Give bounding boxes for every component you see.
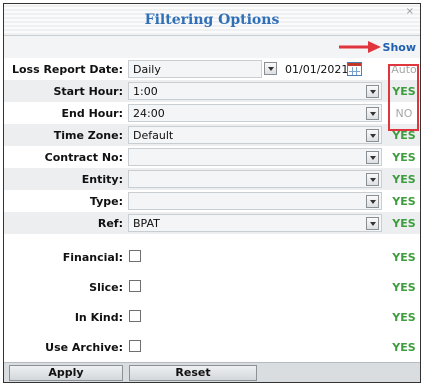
type-status: YES (392, 195, 416, 208)
show-link[interactable]: Show (383, 41, 416, 54)
entity-label: Entity: (81, 173, 123, 186)
row-use-archive: Use Archive: YES (4, 336, 420, 358)
close-icon[interactable]: × (406, 6, 414, 17)
time-zone-label: Time Zone: (53, 129, 123, 142)
dialog-title: Filtering Options (144, 12, 280, 28)
contract-no-label: Contract No: (44, 151, 123, 164)
start-hour-value: 1:00 (133, 85, 158, 98)
entity-select[interactable] (128, 170, 382, 188)
filtering-options-dialog: Filtering Options × Show Loss Report Dat… (3, 3, 421, 383)
use-archive-label: Use Archive: (45, 341, 123, 354)
start-hour-label: Start Hour: (53, 85, 123, 98)
ref-label: Ref: (97, 217, 123, 230)
dialog-footer: Apply Reset (4, 362, 420, 382)
loss-report-date-label: Loss Report Date: (11, 63, 123, 76)
time-zone-select[interactable]: Default (128, 126, 382, 144)
reset-button[interactable]: Reset (129, 365, 257, 381)
row-ref: Ref: BPAT YES (4, 212, 420, 234)
time-zone-value: Default (133, 129, 174, 142)
loss-report-date-value: Daily (133, 63, 161, 76)
row-start-hour: Start Hour: 1:00 YES (4, 80, 420, 102)
start-hour-select[interactable]: 1:00 (128, 82, 382, 100)
show-row: Show (4, 36, 420, 58)
ref-value: BPAT (133, 217, 160, 230)
financial-label: Financial: (62, 251, 123, 264)
slice-checkbox[interactable] (129, 280, 141, 292)
row-type: Type: YES (4, 190, 420, 212)
dialog-titlebar: Filtering Options × (4, 4, 420, 36)
contract-no-status: YES (392, 151, 416, 164)
slice-status: YES (392, 281, 416, 294)
row-financial: Financial: YES (4, 246, 420, 268)
row-slice: Slice: YES (4, 276, 420, 298)
ref-chevron-down-icon[interactable] (366, 217, 379, 230)
slice-label: Slice: (89, 281, 123, 294)
row-contract-no: Contract No: YES (4, 146, 420, 168)
contract-no-chevron-down-icon[interactable] (366, 151, 379, 164)
end-hour-label: End Hour: (61, 107, 123, 120)
financial-checkbox[interactable] (129, 250, 141, 262)
in-kind-checkbox[interactable] (129, 310, 141, 322)
status-highlight-box (388, 64, 419, 131)
time-zone-chevron-down-icon[interactable] (366, 129, 379, 142)
financial-status: YES (392, 251, 416, 264)
loss-report-date-input[interactable]: 01/01/2021 (285, 63, 348, 76)
contract-no-select[interactable] (128, 148, 382, 166)
type-chevron-down-icon[interactable] (366, 195, 379, 208)
ref-select[interactable]: BPAT (128, 214, 382, 232)
end-hour-chevron-down-icon[interactable] (366, 107, 379, 120)
end-hour-value: 24:00 (133, 107, 165, 120)
loss-report-date-select[interactable]: Daily (128, 60, 262, 78)
loss-report-date-chevron-down-icon[interactable] (264, 62, 277, 75)
apply-button[interactable]: Apply (9, 365, 123, 381)
in-kind-label: In Kind: (74, 311, 123, 324)
calendar-icon[interactable] (347, 62, 362, 76)
arrow-right-icon (339, 41, 381, 53)
row-time-zone: Time Zone: Default YES (4, 124, 420, 146)
start-hour-chevron-down-icon[interactable] (366, 85, 379, 98)
use-archive-checkbox[interactable] (129, 340, 141, 352)
type-label: Type: (89, 195, 123, 208)
row-end-hour: End Hour: 24:00 NO (4, 102, 420, 124)
entity-chevron-down-icon[interactable] (366, 173, 379, 186)
use-archive-status: YES (392, 341, 416, 354)
entity-status: YES (392, 173, 416, 186)
row-in-kind: In Kind: YES (4, 306, 420, 328)
row-entity: Entity: YES (4, 168, 420, 190)
in-kind-status: YES (392, 311, 416, 324)
ref-status: YES (392, 217, 416, 230)
row-loss-report-date: Loss Report Date: Daily 01/01/2021 Auto (4, 58, 420, 80)
end-hour-select[interactable]: 24:00 (128, 104, 382, 122)
type-select[interactable] (128, 192, 382, 210)
